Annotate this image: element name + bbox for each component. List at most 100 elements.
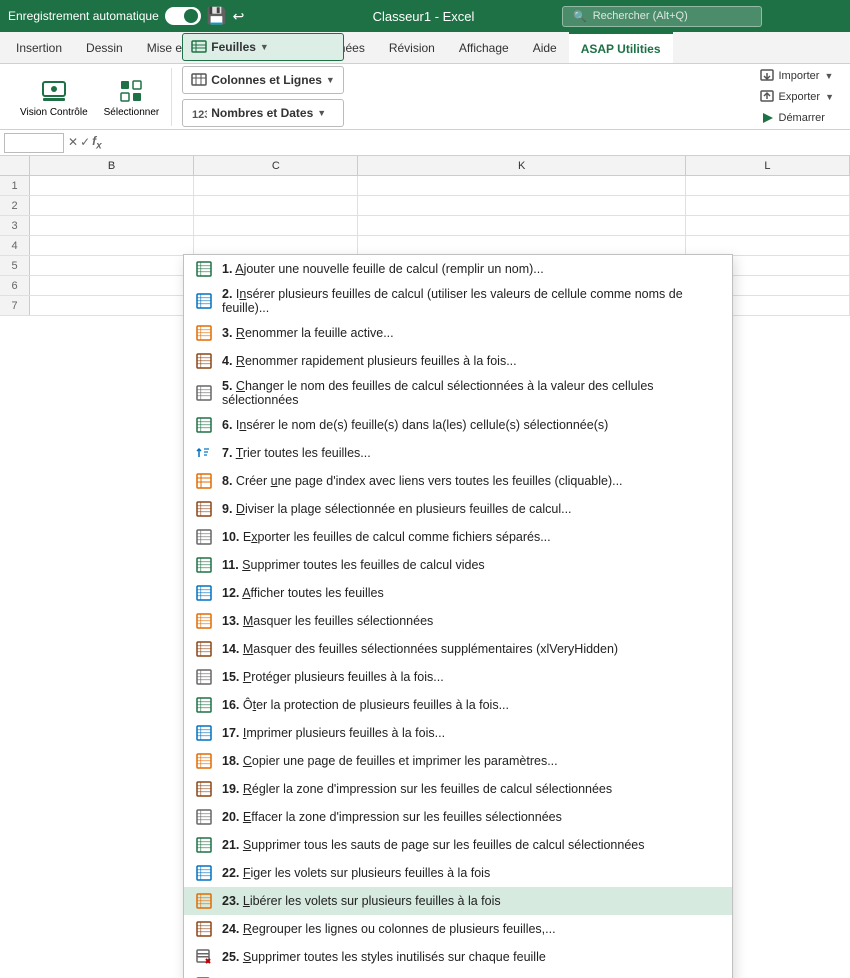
demarrer-button[interactable]: Démarrer (752, 109, 833, 127)
tab-insertion[interactable]: Insertion (4, 32, 74, 63)
menu-item-10[interactable]: 10. Exporter les feuilles de calcul comm… (184, 523, 732, 551)
formula-input[interactable] (106, 136, 846, 150)
menu-item-17[interactable]: 17. Imprimer plusieurs feuilles à la foi… (184, 719, 732, 747)
menu-item-15[interactable]: 15. Protéger plusieurs feuilles à la foi… (184, 663, 732, 691)
menu-item-4[interactable]: 4. Renommer rapidement plusieurs feuille… (184, 347, 732, 375)
title-bar-left: Enregistrement automatique 💾 ↩ (8, 6, 285, 26)
colonnes-lignes-dropdown[interactable]: Colonnes et Lignes ▼ (182, 66, 344, 94)
tab-revision[interactable]: Révision (377, 32, 447, 63)
menu-item-13[interactable]: 13. Masquer les feuilles sélectionnées (184, 607, 732, 635)
menu-item-11[interactable]: 11. Supprimer toutes les feuilles de cal… (184, 551, 732, 579)
menu-item-8[interactable]: 8. Créer une page d'index avec liens ver… (184, 467, 732, 495)
menu-item-7[interactable]: 7. Trier toutes les feuilles... (184, 439, 732, 467)
nombres-dates-dropdown[interactable]: 123 Nombres et Dates ▼ (182, 99, 344, 127)
menu-item-text: 21. Supprimer tous les sauts de page sur… (222, 838, 722, 852)
table-row: 3 (0, 216, 850, 236)
menu-item-14[interactable]: 14. Masquer des feuilles sélectionnées s… (184, 635, 732, 663)
menu-item-22[interactable]: 22. Figer les volets sur plusieurs feuil… (184, 859, 732, 887)
menu-item-25[interactable]: 25. Supprimer toutes les styles inutilis… (184, 943, 732, 971)
ribbon-right-group: Importer ▼ Exporter ▼ Démarrer (752, 67, 843, 127)
menu-item-3[interactable]: 3. Renommer la feuille active... (184, 319, 732, 347)
menu-item-text: 3. Renommer la feuille active... (222, 326, 722, 340)
menu-item-text: 13. Masquer les feuilles sélectionnées (222, 614, 722, 628)
menu-item-18[interactable]: 18. Copier une page de feuilles et impri… (184, 747, 732, 775)
formula-bar: ✕ ✓ fx (0, 130, 850, 156)
autosave-toggle[interactable] (165, 7, 201, 25)
menu-item-text: 23. Libérer les volets sur plusieurs feu… (222, 894, 722, 908)
ribbon-group-view: Vision Contrôle Sélectionner (8, 68, 172, 126)
tab-affichage[interactable]: Affichage (447, 32, 521, 63)
menu-item-6[interactable]: 6. Insérer le nom de(s) feuille(s) dans … (184, 411, 732, 439)
menu-item-2[interactable]: 2. Insérer plusieurs feuilles de calcul … (184, 283, 732, 319)
save-icon[interactable]: 💾 (207, 6, 227, 26)
selectionner-button[interactable]: Sélectionner (98, 71, 166, 122)
title-bar: Enregistrement automatique 💾 ↩ Classeur1… (0, 0, 850, 32)
menu-item-icon (194, 919, 214, 939)
feuilles-dropdown-menu: 1. Ajouter une nouvelle feuille de calcu… (183, 254, 733, 978)
menu-item-text: 2. Insérer plusieurs feuilles de calcul … (222, 287, 722, 315)
feuilles-dropdown[interactable]: Feuilles ▼ (182, 33, 344, 61)
feuilles-arrow: ▼ (260, 42, 269, 52)
menu-item-20[interactable]: 20. Effacer la zone d'impression sur les… (184, 803, 732, 831)
menu-item-icon (194, 611, 214, 631)
fx-function-icon[interactable]: fx (92, 134, 102, 151)
menu-item-icon (194, 351, 214, 371)
col-header-l: L (686, 156, 850, 175)
menu-item-9[interactable]: 9. Diviser la plage sélectionnée en plus… (184, 495, 732, 523)
menu-item-icon (194, 583, 214, 603)
menu-item-19[interactable]: 19. Régler la zone d'impression sur les … (184, 775, 732, 803)
menu-item-24[interactable]: 24. Regrouper les lignes ou colonnes de … (184, 915, 732, 943)
tab-dessin[interactable]: Dessin (74, 32, 135, 63)
tab-asap[interactable]: ASAP Utilities (569, 32, 673, 63)
search-box[interactable]: 🔍 Rechercher (Alt+Q) (562, 6, 762, 27)
menu-item-text: 22. Figer les volets sur plusieurs feuil… (222, 866, 722, 880)
menu-item-text: 7. Trier toutes les feuilles... (222, 446, 722, 460)
menu-item-icon (194, 751, 214, 771)
menu-item-icon (194, 667, 214, 687)
name-box[interactable] (4, 133, 64, 153)
search-placeholder: Rechercher (Alt+Q) (593, 10, 688, 22)
app-window: Enregistrement automatique 💾 ↩ Classeur1… (0, 0, 850, 978)
vision-icon (38, 75, 70, 107)
col-header-b: B (30, 156, 194, 175)
spreadsheet-area: B C K L 1 2 3 4 5 6 7 1. Ajouter une nou… (0, 156, 850, 978)
ribbon-tabs: Insertion Dessin Mise en page Formules D… (0, 32, 850, 64)
table-row: 2 (0, 196, 850, 216)
menu-item-21[interactable]: 21. Supprimer tous les sauts de page sur… (184, 831, 732, 859)
colonnes-arrow: ▼ (326, 75, 335, 85)
exporter-button[interactable]: Exporter ▼ (752, 88, 843, 106)
menu-item-icon (194, 415, 214, 435)
menu-item-text: 9. Diviser la plage sélectionnée en plus… (222, 502, 722, 516)
menu-item-text: 1. Ajouter une nouvelle feuille de calcu… (222, 262, 722, 276)
menu-item-5[interactable]: 5. Changer le nom des feuilles de calcul… (184, 375, 732, 411)
menu-item-16[interactable]: 16. Ôter la protection de plusieurs feui… (184, 691, 732, 719)
importer-button[interactable]: Importer ▼ (752, 67, 842, 85)
menu-item-text: 8. Créer une page d'index avec liens ver… (222, 474, 722, 488)
menu-item-23[interactable]: 23. Libérer les volets sur plusieurs feu… (184, 887, 732, 915)
menu-item-12[interactable]: 12. Afficher toutes les feuilles (184, 579, 732, 607)
demarrer-icon (760, 111, 774, 125)
formula-icons: ✕ ✓ fx (68, 134, 102, 151)
vision-controle-button[interactable]: Vision Contrôle (14, 71, 94, 122)
menu-item-1[interactable]: 1. Ajouter une nouvelle feuille de calcu… (184, 255, 732, 283)
toggle-knob (184, 9, 198, 23)
svg-text:123: 123 (192, 109, 207, 121)
col-header-k: K (358, 156, 685, 175)
menu-item-text: 20. Effacer la zone d'impression sur les… (222, 810, 722, 824)
menu-item-icon (194, 779, 214, 799)
tab-aide[interactable]: Aide (521, 32, 569, 63)
table-row: 4 (0, 236, 850, 256)
menu-item-text: 6. Insérer le nom de(s) feuille(s) dans … (222, 418, 722, 432)
fx-cancel-icon[interactable]: ✕ (68, 135, 78, 149)
undo-icon[interactable]: ↩ (233, 8, 245, 25)
menu-item-text: 24. Regrouper les lignes ou colonnes de … (222, 922, 722, 936)
menu-item-icon (194, 947, 214, 967)
menu-item-icon (194, 383, 214, 403)
menu-item-text: 18. Copier une page de feuilles et impri… (222, 754, 722, 768)
menu-item-icon (194, 807, 214, 827)
menu-item-icon (194, 291, 214, 311)
fx-confirm-icon[interactable]: ✓ (80, 135, 90, 149)
menu-item-26[interactable]: 26. Supprimer les vides inutilisés de fi… (184, 971, 732, 978)
selectionner-icon (115, 75, 147, 107)
menu-item-icon (194, 723, 214, 743)
